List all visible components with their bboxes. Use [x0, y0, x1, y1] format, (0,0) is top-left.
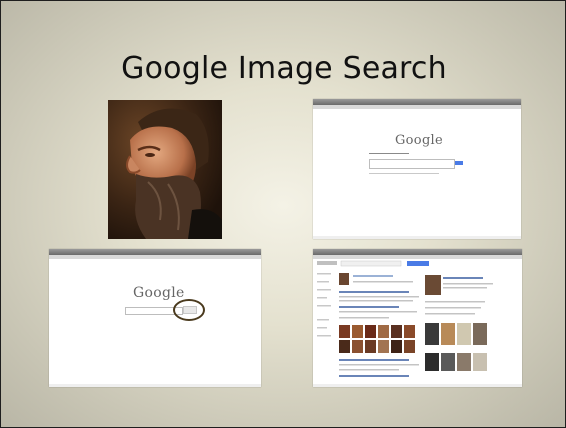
portrait-image [108, 100, 222, 239]
slide-title: Google Image Search [121, 51, 447, 86]
google-logo: Google [133, 285, 185, 301]
slide: Google Image Search Google Google [0, 0, 566, 428]
similar-images-grid [339, 325, 415, 353]
image-results-screenshot [313, 249, 522, 387]
page-footer [313, 384, 522, 387]
query-thumbnail [339, 273, 349, 285]
page-footer [49, 384, 261, 387]
results-logo [317, 261, 337, 265]
results-search-button [407, 261, 429, 266]
google-homepage-screenshot: Google [313, 99, 521, 239]
google-search-camera-screenshot: Google [49, 249, 261, 387]
highlight-oval [173, 299, 205, 321]
page-footer [313, 236, 521, 239]
browser-navbar [49, 255, 261, 259]
left-nav [317, 273, 331, 337]
search-button [455, 161, 463, 165]
search-box [369, 159, 455, 169]
browser-navbar [313, 105, 521, 109]
result-hint-line [369, 173, 439, 174]
results-page-drawing [317, 260, 493, 377]
search-label-line [369, 153, 409, 154]
google-logo: Google [395, 133, 444, 148]
knowledge-panel [425, 275, 493, 371]
portrait-drawing [108, 100, 222, 239]
results-search-box [340, 260, 402, 267]
